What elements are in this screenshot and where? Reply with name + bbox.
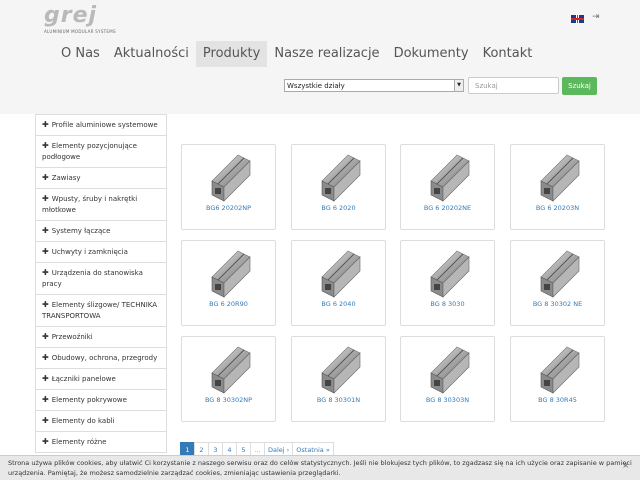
product-card[interactable]: BG 8 30R45 <box>510 336 605 422</box>
product-label[interactable]: BG 8 30303N <box>401 396 494 404</box>
sidebar-item[interactable]: ✚ Łączniki panelowe <box>35 369 167 390</box>
plus-icon: ✚ <box>42 141 49 150</box>
plus-icon: ✚ <box>42 120 49 129</box>
product-label[interactable]: BG6 20202NP <box>182 204 275 212</box>
category-sidebar: ✚ Profile aluminiowe systemowe ✚ Elementy … <box>35 114 167 453</box>
plus-icon: ✚ <box>42 416 49 425</box>
login-icon[interactable]: ⇥ <box>592 12 600 22</box>
sidebar-item[interactable]: ✚ Elementy pozycjonujące podłogowe <box>35 136 167 168</box>
product-card[interactable]: BG 8 30302 NE <box>510 240 605 326</box>
product-card[interactable]: BG 6 20203N <box>510 144 605 230</box>
sidebar-item-label: Przewoźniki <box>51 333 93 341</box>
sidebar-item[interactable]: ✚ Urządzenia do stanowiska pracy <box>35 263 167 295</box>
sidebar-item[interactable]: ✚ Elementy różne <box>35 432 167 453</box>
product-label[interactable]: BG 8 30302 NE <box>511 300 604 308</box>
sidebar-item[interactable]: ✚ Uchwyty i zamknięcia <box>35 242 167 263</box>
plus-icon: ✚ <box>42 226 49 235</box>
product-card[interactable]: BG 6 20R90 <box>181 240 276 326</box>
nav-item-dokumenty[interactable]: Dokumenty <box>387 41 476 67</box>
product-card[interactable]: BG 6 2020 <box>291 144 386 230</box>
category-select-value: Wszystkie działy <box>287 82 345 90</box>
sidebar-item[interactable]: ✚ Zawiasy <box>35 168 167 189</box>
nav-item-produkty[interactable]: Produkty <box>195 41 268 67</box>
sidebar-item[interactable]: ✚ Obudowy, ochrona, przegrody <box>35 348 167 369</box>
product-card[interactable]: BG6 20202NP <box>181 144 276 230</box>
product-card[interactable]: BG 8 30303N <box>400 336 495 422</box>
plus-icon: ✚ <box>42 268 49 277</box>
product-label[interactable]: BG 8 30R45 <box>511 396 604 404</box>
plus-icon: ✚ <box>42 374 49 383</box>
product-label[interactable]: BG 8 3030 <box>401 300 494 308</box>
sidebar-item-label: Elementy pokrywowe <box>51 396 127 404</box>
plus-icon: ✚ <box>42 437 49 446</box>
plus-icon: ✚ <box>42 332 49 341</box>
product-label[interactable]: BG 8 30301N <box>292 396 385 404</box>
sidebar-item[interactable]: ✚ Elementy do kabli <box>35 411 167 432</box>
category-select[interactable]: Wszystkie działy ▼ <box>284 79 464 92</box>
sidebar-item-label: Uchwyty i zamknięcia <box>51 248 128 256</box>
plus-icon: ✚ <box>42 300 49 309</box>
sidebar-item-label: Wpusty, śruby i nakrętki młotkowe <box>42 195 138 214</box>
product-card[interactable]: BG 6 20202NE <box>400 144 495 230</box>
plus-icon: ✚ <box>42 353 49 362</box>
product-card[interactable]: BG 8 30302NP <box>181 336 276 422</box>
logo[interactable]: grej ALUMINIUM MODULAR SYSTEMS <box>44 3 116 35</box>
sidebar-item-label: Zawiasy <box>51 174 81 182</box>
sidebar-item-label: Elementy ślizgowe/ TECHNIKA TRANSPORTOWA <box>42 301 158 320</box>
close-icon[interactable]: × <box>622 461 630 471</box>
product-card[interactable]: BG 8 30301N <box>291 336 386 422</box>
search-button[interactable]: Szukaj <box>562 77 597 95</box>
header: grej ALUMINIUM MODULAR SYSTEMS ⇥ O Nas A… <box>0 0 640 114</box>
sidebar-item-label: Elementy różne <box>51 438 107 446</box>
sidebar-item-label: Urządzenia do stanowiska pracy <box>42 269 143 288</box>
product-label[interactable]: BG 8 30302NP <box>182 396 275 404</box>
sidebar-item-label: Profile aluminiowe systemowe <box>51 121 158 129</box>
main-nav: O Nas Aktualności Produkty Nasze realiza… <box>54 41 539 67</box>
product-card[interactable]: BG 8 3030 <box>400 240 495 326</box>
sidebar-item[interactable]: ✚ Elementy pokrywowe <box>35 390 167 411</box>
sidebar-item[interactable]: ✚ Przewoźniki <box>35 327 167 348</box>
sidebar-item[interactable]: ✚ Profile aluminiowe systemowe <box>35 114 167 136</box>
plus-icon: ✚ <box>42 173 49 182</box>
sidebar-item-label: Systemy łączące <box>51 227 111 235</box>
product-label[interactable]: BG 6 20R90 <box>182 300 275 308</box>
chevron-down-icon: ▼ <box>454 80 463 91</box>
sidebar-item[interactable]: ✚ Wpusty, śruby i nakrętki młotkowe <box>35 189 167 221</box>
product-label[interactable]: BG 6 2020 <box>292 204 385 212</box>
search-input[interactable]: Szukaj <box>468 77 559 94</box>
nav-item-kontakt[interactable]: Kontakt <box>476 41 540 67</box>
english-flag-icon[interactable] <box>571 15 584 23</box>
cookie-text: Strona używa plików cookies, aby ułatwić… <box>8 459 632 477</box>
product-label[interactable]: BG 6 2040 <box>292 300 385 308</box>
product-label[interactable]: BG 6 20202NE <box>401 204 494 212</box>
logo-subtitle: ALUMINIUM MODULAR SYSTEMS <box>44 29 116 34</box>
plus-icon: ✚ <box>42 194 49 203</box>
sidebar-item-label: Łączniki panelowe <box>51 375 116 383</box>
product-label[interactable]: BG 6 20203N <box>511 204 604 212</box>
plus-icon: ✚ <box>42 395 49 404</box>
cookie-banner: Strona używa plików cookies, aby ułatwić… <box>0 455 640 480</box>
sidebar-item-label: Elementy pozycjonujące podłogowe <box>42 142 137 161</box>
nav-item-nasze-realizacje[interactable]: Nasze realizacje <box>267 41 386 67</box>
sidebar-item[interactable]: ✚ Systemy łączące <box>35 221 167 242</box>
product-card[interactable]: BG 6 2040 <box>291 240 386 326</box>
plus-icon: ✚ <box>42 247 49 256</box>
sidebar-item-label: Elementy do kabli <box>51 417 115 425</box>
nav-item-aktualnosci[interactable]: Aktualności <box>107 41 196 67</box>
sidebar-item[interactable]: ✚ Elementy ślizgowe/ TECHNIKA TRANSPORTOW… <box>35 295 167 327</box>
logo-text: grej <box>44 3 98 28</box>
nav-item-o-nas[interactable]: O Nas <box>54 41 107 67</box>
sidebar-item-label: Obudowy, ochrona, przegrody <box>51 354 158 362</box>
